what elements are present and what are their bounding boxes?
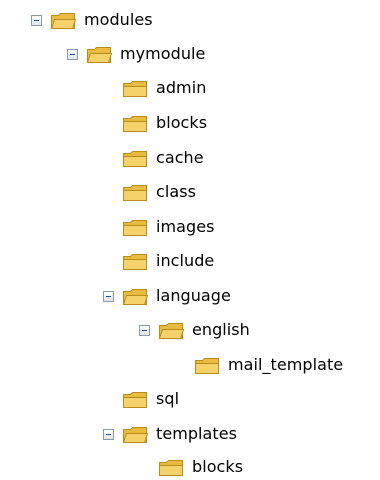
tree-node[interactable]: language <box>103 283 231 309</box>
folder-icon <box>123 391 147 408</box>
tree-node[interactable]: mymodule <box>67 41 205 67</box>
collapse-toggle[interactable] <box>31 14 42 26</box>
tree-node-label: english <box>192 320 250 339</box>
folder-open-icon <box>122 426 148 443</box>
tree-node[interactable]: include <box>122 248 214 274</box>
tree-node[interactable]: templates <box>103 421 237 447</box>
collapse-toggle[interactable] <box>103 290 114 302</box>
tree-node-label: mymodule <box>120 44 206 63</box>
folder-open-icon <box>122 288 148 305</box>
tree-node-label: templates <box>156 424 238 443</box>
folder-icon <box>123 80 147 97</box>
folder-icon <box>123 150 147 167</box>
tree-node-label: admin <box>156 78 207 97</box>
tree-node[interactable]: admin <box>122 75 206 101</box>
folder-icon <box>195 357 219 374</box>
tree-node[interactable]: cache <box>122 145 204 171</box>
tree-node-label: blocks <box>156 113 208 132</box>
tree-node-label: include <box>156 251 215 270</box>
tree-node-label: blocks <box>192 457 244 476</box>
folder-tree: modules mymodule admin blocks cache class imag… <box>0 0 380 476</box>
tree-node-label: class <box>156 182 196 201</box>
collapse-toggle[interactable] <box>139 324 150 336</box>
folder-open-icon <box>50 12 76 29</box>
tree-node[interactable]: mail_template <box>194 352 343 378</box>
tree-node[interactable]: blocks <box>158 454 243 480</box>
folder-icon <box>123 253 147 270</box>
tree-node-label: language <box>156 286 231 305</box>
folder-icon <box>123 219 147 236</box>
collapse-toggle[interactable] <box>103 428 114 440</box>
tree-node[interactable]: english <box>139 317 250 343</box>
folder-icon <box>123 184 147 201</box>
tree-node-label: mail_template <box>228 355 344 374</box>
tree-node[interactable]: modules <box>31 7 153 33</box>
tree-node[interactable]: images <box>122 214 214 240</box>
folder-open-icon <box>86 46 112 63</box>
tree-node[interactable]: class <box>122 179 196 205</box>
collapse-toggle[interactable] <box>67 48 78 60</box>
folder-icon <box>159 459 183 476</box>
tree-node[interactable]: blocks <box>122 110 207 136</box>
tree-node-label: modules <box>84 10 153 29</box>
tree-node-label: cache <box>156 148 204 167</box>
tree-node-label: images <box>156 217 215 236</box>
tree-node[interactable]: sql <box>122 386 179 412</box>
folder-icon <box>123 115 147 132</box>
tree-node-label: sql <box>156 389 180 408</box>
folder-open-icon <box>158 322 184 339</box>
